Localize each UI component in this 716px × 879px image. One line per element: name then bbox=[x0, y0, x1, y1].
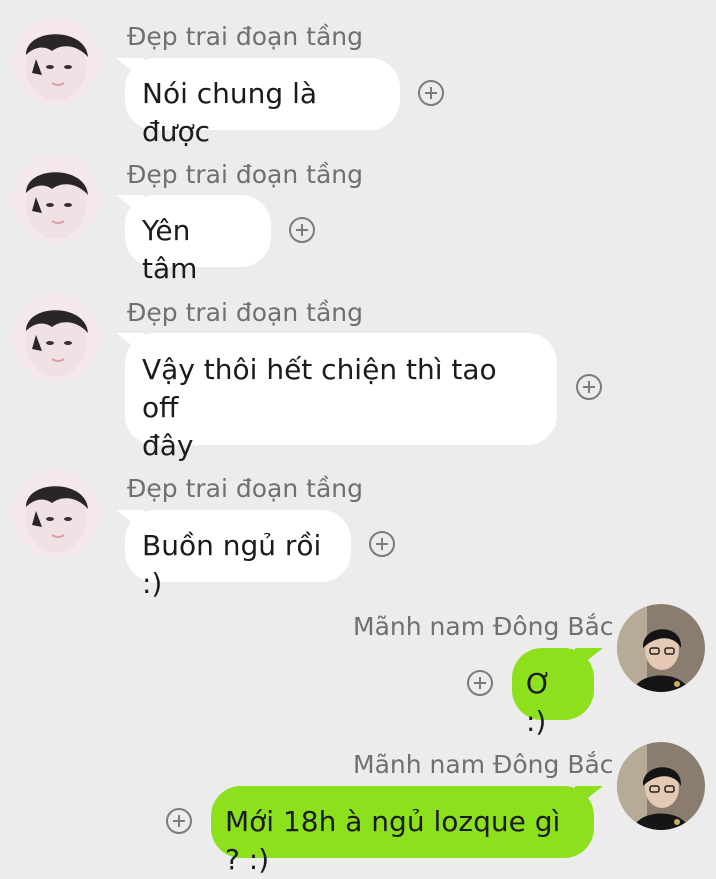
sender-avatar[interactable] bbox=[12, 293, 100, 381]
message-bubble[interactable]: Mới 18h à ngủ lozque gì ? :) bbox=[211, 786, 594, 876]
sender-name: Mãnh nam Đông Bắc bbox=[353, 750, 614, 779]
message-bubble[interactable]: Ơ :) bbox=[512, 648, 594, 738]
sender-name: Đẹp trai đoạn tầng bbox=[127, 474, 363, 503]
sender-avatar[interactable] bbox=[12, 155, 100, 243]
sender-name: Đẹp trai đoạn tầng bbox=[127, 160, 363, 189]
sender-avatar[interactable] bbox=[12, 469, 100, 557]
add-reaction-icon[interactable] bbox=[289, 217, 315, 243]
sender-avatar[interactable] bbox=[12, 17, 100, 105]
add-reaction-icon[interactable] bbox=[166, 808, 192, 834]
user-avatar[interactable] bbox=[617, 604, 705, 692]
add-reaction-icon[interactable] bbox=[418, 80, 444, 106]
user-avatar[interactable] bbox=[617, 742, 705, 830]
sender-name: Đẹp trai đoạn tầng bbox=[127, 298, 363, 327]
sender-name: Mãnh nam Đông Bắc bbox=[353, 612, 614, 641]
message-bubble[interactable]: Yên tâm bbox=[125, 195, 271, 285]
add-reaction-icon[interactable] bbox=[467, 670, 493, 696]
message-bubble[interactable]: Buồn ngủ rồi :) bbox=[125, 510, 351, 600]
sender-name: Đẹp trai đoạn tầng bbox=[127, 22, 363, 51]
add-reaction-icon[interactable] bbox=[576, 374, 602, 400]
message-bubble[interactable]: Vậy thôi hết chiện thì tao off đây bbox=[125, 333, 557, 462]
add-reaction-icon[interactable] bbox=[369, 531, 395, 557]
message-bubble[interactable]: Nói chung là được bbox=[125, 58, 400, 148]
